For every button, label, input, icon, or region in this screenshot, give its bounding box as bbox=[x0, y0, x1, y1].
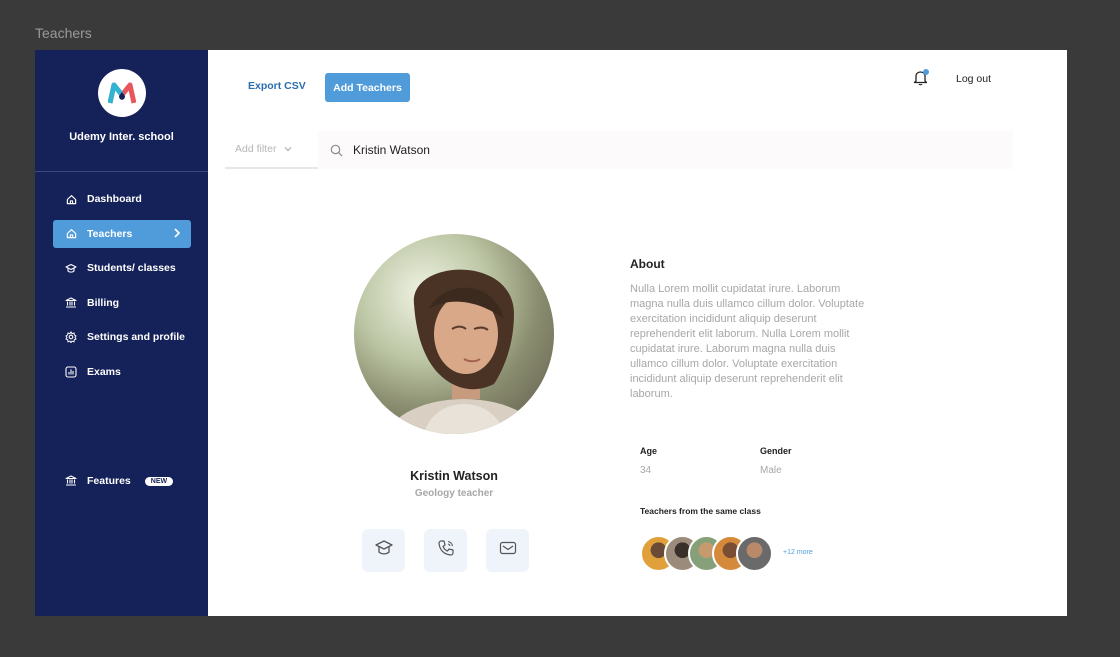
export-csv-button[interactable]: Export CSV bbox=[248, 80, 306, 92]
more-teachers-link[interactable]: +12 more bbox=[783, 549, 813, 556]
home-icon bbox=[65, 228, 77, 240]
home-icon bbox=[65, 193, 77, 205]
logout-button[interactable]: Log out bbox=[956, 73, 991, 85]
sidebar: Udemy Inter. school Dashboard Teachers S… bbox=[35, 50, 208, 616]
same-class-heading: Teachers from the same class bbox=[640, 506, 761, 516]
phone-icon bbox=[437, 539, 455, 562]
sidebar-divider bbox=[35, 171, 208, 172]
sidebar-item-label: Features bbox=[87, 475, 131, 487]
about-text: Nulla Lorem mollit cupidatat irure. Labo… bbox=[630, 283, 865, 400]
sidebar-item-features[interactable]: Features NEW bbox=[53, 467, 191, 495]
age-label: Age bbox=[640, 446, 658, 456]
class-action-button[interactable] bbox=[362, 529, 405, 572]
graduation-cap-icon bbox=[374, 539, 394, 562]
school-logo[interactable] bbox=[98, 69, 146, 117]
portrait-image bbox=[386, 269, 542, 434]
chevron-down-icon bbox=[284, 143, 292, 155]
sidebar-nav: Dashboard Teachers Students/ classes Bil… bbox=[53, 185, 191, 392]
sidebar-item-label: Exams bbox=[87, 365, 121, 378]
sidebar-item-students-classes[interactable]: Students/ classes bbox=[53, 254, 191, 282]
filter-placeholder: Add filter bbox=[235, 143, 277, 155]
sidebar-item-label: Teachers bbox=[87, 227, 133, 240]
age-value: 34 bbox=[640, 465, 652, 476]
new-badge: NEW bbox=[144, 476, 174, 486]
sidebar-item-label: Billing bbox=[87, 296, 120, 309]
colleague-avatar[interactable] bbox=[736, 535, 773, 572]
sidebar-item-settings[interactable]: Settings and profile bbox=[53, 323, 191, 351]
teacher-avatar bbox=[354, 234, 554, 434]
sidebar-item-exams[interactable]: Exams bbox=[53, 358, 191, 386]
gender-label: Gender bbox=[760, 446, 792, 456]
gender-value: Male bbox=[760, 465, 782, 476]
graduation-cap-icon bbox=[65, 262, 77, 274]
sidebar-item-dashboard[interactable]: Dashboard bbox=[53, 185, 191, 213]
search-icon bbox=[330, 144, 343, 157]
sidebar-item-billing[interactable]: Billing bbox=[53, 289, 191, 317]
sidebar-item-teachers[interactable]: Teachers bbox=[53, 219, 191, 248]
logo-icon bbox=[108, 82, 136, 104]
search-value: Kristin Watson bbox=[353, 143, 430, 157]
add-teachers-button[interactable]: Add Teachers bbox=[325, 73, 410, 102]
mail-icon bbox=[499, 541, 517, 560]
teacher-name: Kristin Watson bbox=[410, 469, 498, 483]
email-button[interactable] bbox=[486, 529, 529, 572]
main-content: Export CSV Add Teachers Log out Add filt… bbox=[208, 50, 1067, 616]
add-filter-dropdown[interactable]: Add filter bbox=[225, 131, 318, 169]
notification-bell-icon[interactable] bbox=[913, 69, 929, 87]
search-input[interactable]: Kristin Watson bbox=[318, 131, 1013, 169]
call-button[interactable] bbox=[424, 529, 467, 572]
chevron-right-icon bbox=[173, 227, 181, 242]
sidebar-item-label: Students/ classes bbox=[87, 262, 176, 274]
bank-icon bbox=[65, 297, 77, 309]
sidebar-item-label: Settings and profile bbox=[87, 331, 186, 343]
school-name: Udemy Inter. school bbox=[69, 131, 174, 143]
app-window: Udemy Inter. school Dashboard Teachers S… bbox=[35, 50, 1067, 616]
about-heading: About bbox=[630, 257, 665, 271]
gear-icon bbox=[65, 331, 77, 343]
chart-icon bbox=[65, 365, 77, 378]
bank-icon bbox=[65, 475, 77, 487]
notification-dot bbox=[923, 69, 929, 75]
teacher-role: Geology teacher bbox=[414, 488, 494, 499]
same-class-avatars bbox=[640, 535, 773, 573]
frame-label: Teachers bbox=[35, 25, 92, 41]
sidebar-item-label: Dashboard bbox=[87, 193, 142, 205]
